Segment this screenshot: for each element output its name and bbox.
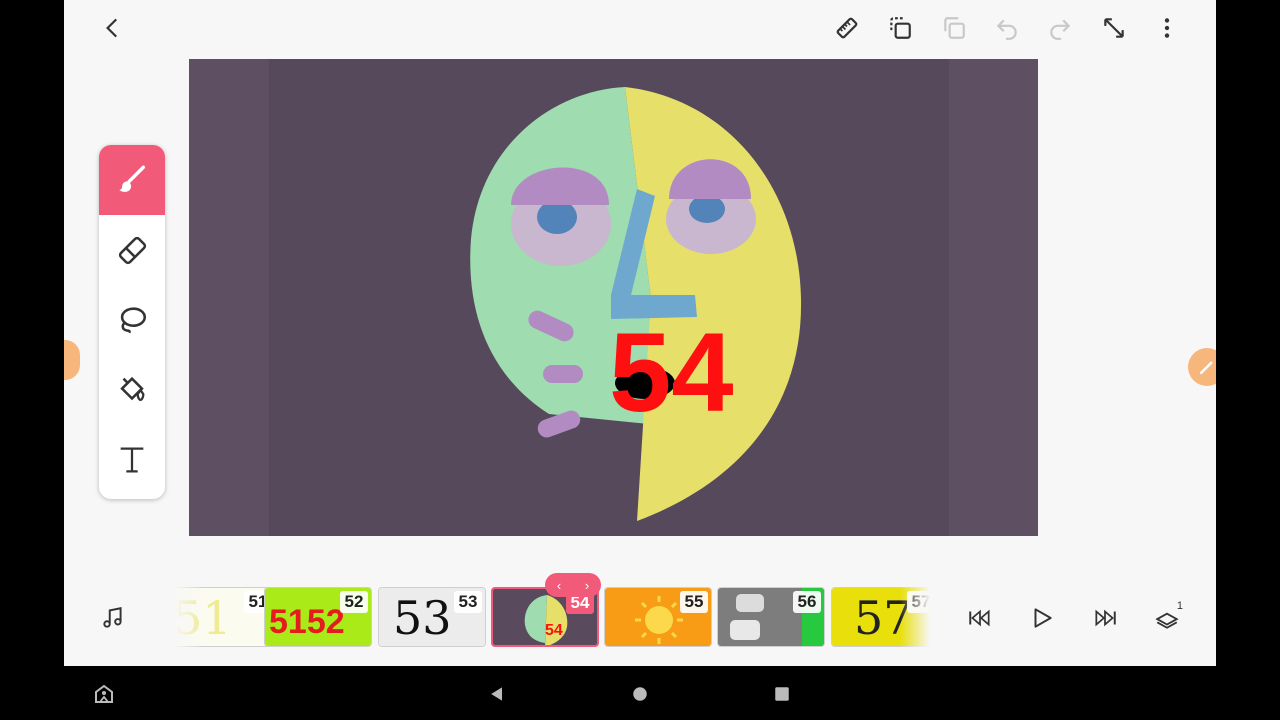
frame-number: 56	[793, 591, 821, 613]
fill-tool[interactable]	[99, 355, 165, 425]
drawn-text-54: 54	[609, 310, 734, 435]
handle-right-arrow[interactable]: ›	[585, 578, 589, 593]
drawing-canvas[interactable]: 54	[189, 59, 1038, 536]
color-picker-tab[interactable]	[1188, 348, 1216, 386]
frame-number: 55	[680, 591, 708, 613]
mouth-piece-2	[543, 365, 583, 383]
text-icon	[120, 447, 144, 473]
lasso-icon	[120, 307, 147, 334]
tool-panel	[99, 145, 165, 499]
handle-left-arrow[interactable]: ‹	[557, 578, 561, 593]
right-pupil	[689, 195, 725, 223]
svg-text:54: 54	[545, 622, 563, 639]
fullscreen-icon[interactable]	[1096, 10, 1132, 46]
frame-thumb-52[interactable]: 5152 52	[264, 587, 372, 647]
frame-thumb-55[interactable]: 55	[604, 587, 712, 647]
skip-start-icon[interactable]	[962, 600, 998, 636]
ruler-icon[interactable]	[829, 10, 865, 46]
paper-strip-right	[949, 59, 1038, 536]
paint-bucket-icon	[120, 376, 145, 402]
frame-number: 52	[340, 591, 368, 613]
left-panel-tab[interactable]	[64, 340, 80, 380]
eraser-icon	[118, 236, 147, 265]
layers-icon[interactable]: 1	[1149, 600, 1185, 636]
timeline-fade-right	[900, 584, 930, 650]
music-icon[interactable]	[95, 600, 131, 636]
frame-number: 53	[454, 591, 482, 613]
pencil-icon	[1199, 361, 1213, 375]
flipaclip-app: 54 51 51 5152	[64, 0, 1216, 666]
redo-icon[interactable]	[1042, 10, 1078, 46]
lasso-tool[interactable]	[99, 285, 165, 355]
timeline-fade-left	[174, 584, 204, 650]
canvas-artwork: 54	[189, 59, 1038, 536]
nav-back-icon[interactable]	[483, 680, 511, 708]
system-nav-bar	[0, 666, 1280, 720]
brush-tool[interactable]	[99, 145, 165, 215]
accessibility-icon[interactable]	[90, 680, 118, 708]
recents-icon[interactable]	[768, 680, 796, 708]
more-icon[interactable]	[1149, 10, 1185, 46]
frame-selection-handle[interactable]: ‹ ›	[545, 573, 601, 597]
eraser-tool[interactable]	[99, 215, 165, 285]
paper-strip-left	[189, 59, 269, 536]
home-icon[interactable]	[626, 680, 654, 708]
left-pupil	[537, 200, 577, 234]
frame-thumb-56[interactable]: 56	[717, 587, 825, 647]
top-toolbar	[64, 0, 1216, 56]
layer-count: 1	[1176, 600, 1183, 612]
skip-end-icon[interactable]	[1087, 600, 1123, 636]
duplicate-frame-icon[interactable]	[882, 10, 918, 46]
frame-thumb-53[interactable]: 53 53	[378, 587, 486, 647]
undo-icon[interactable]	[989, 10, 1025, 46]
brush-icon	[119, 165, 146, 192]
copy-icon[interactable]	[936, 10, 972, 46]
play-icon[interactable]	[1024, 600, 1060, 636]
text-tool[interactable]	[99, 425, 165, 495]
back-icon[interactable]	[95, 10, 131, 46]
